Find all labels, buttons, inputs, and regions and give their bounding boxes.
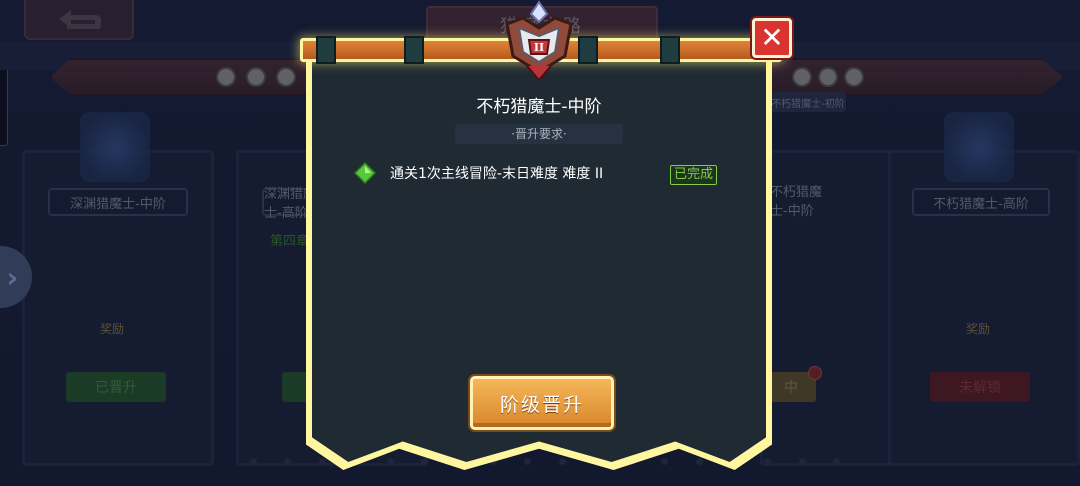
rod-clip [660, 36, 680, 64]
promote-button[interactable]: 阶级晋升 [470, 376, 614, 430]
rank-emblem-icon: II [505, 0, 573, 82]
requirement-text: 通关1次主线冒险-末日难度 难度 II [390, 166, 604, 182]
close-button[interactable]: ✕ [752, 18, 792, 58]
close-icon: ✕ [760, 21, 784, 54]
requirement-header: ·晋升要求· [455, 124, 623, 144]
rod-clip [404, 36, 424, 64]
modal-title: 不朽猎魔士-中阶 [476, 97, 602, 117]
requirement-item: 通关1次主线冒险-末日难度 难度 II [354, 162, 603, 184]
green-gem-icon [354, 162, 376, 184]
rank-numeral: II [534, 41, 544, 54]
rod-clip [316, 36, 336, 64]
completed-badge: 已完成 [670, 165, 718, 185]
rod-clip [578, 36, 598, 64]
